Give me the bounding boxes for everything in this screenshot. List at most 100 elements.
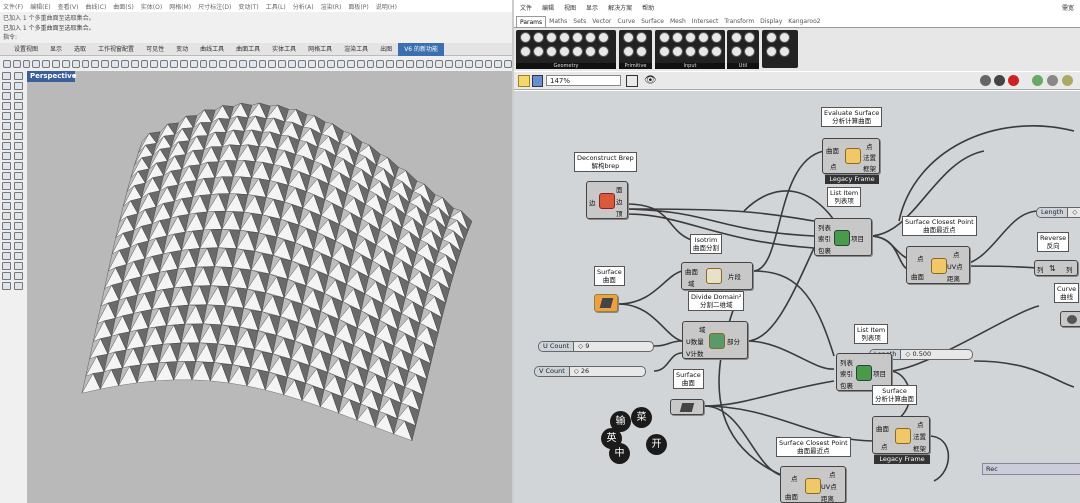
ribbon-component-icon[interactable]: [672, 46, 683, 57]
left-tool-icon[interactable]: [14, 82, 23, 90]
toolbar-tool-icon[interactable]: [435, 59, 444, 68]
left-tool-icon[interactable]: [14, 262, 23, 270]
surface-param-component-2[interactable]: [670, 399, 704, 415]
left-tool-icon[interactable]: [2, 92, 11, 100]
toolbar-tool-icon[interactable]: [288, 59, 296, 68]
left-tool-icon[interactable]: [14, 232, 23, 240]
ribbon-component-icon[interactable]: [685, 46, 696, 57]
gh-tab-2[interactable]: Sets: [570, 16, 589, 27]
toolbar-tool-icon[interactable]: [494, 59, 503, 68]
toolbar-tool-icon[interactable]: [3, 59, 11, 68]
toolbar-tool-icon[interactable]: [346, 59, 355, 68]
viewport-menu-icon[interactable]: ▾: [73, 71, 77, 82]
bake-icon[interactable]: [1062, 75, 1073, 86]
ribbon-component-icon[interactable]: [572, 46, 583, 57]
ribbon-component-icon[interactable]: [533, 32, 544, 43]
toolbar-tool-icon[interactable]: [238, 59, 247, 68]
ribbon-component-icon[interactable]: [598, 32, 609, 43]
gh-tab-6[interactable]: Mesh: [667, 16, 689, 27]
left-tool-icon[interactable]: [14, 162, 23, 170]
left-tool-icon[interactable]: [2, 142, 11, 150]
left-tool-icon[interactable]: [2, 192, 11, 200]
curve-param-component[interactable]: [1060, 311, 1080, 327]
ribbon-component-icon[interactable]: [572, 32, 583, 43]
toolbar-tool-icon[interactable]: [425, 59, 434, 68]
left-tool-icon[interactable]: [14, 212, 23, 220]
ribbon-component-icon[interactable]: [598, 46, 609, 57]
left-tool-icon[interactable]: [2, 172, 11, 180]
toolbar-tool-icon[interactable]: [455, 59, 463, 68]
ribbon-component-icon[interactable]: [636, 32, 647, 43]
left-tool-icon[interactable]: [14, 252, 23, 260]
preview-mode-icon[interactable]: [980, 75, 991, 86]
length-slider-2[interactable]: Length ◇: [1036, 207, 1080, 218]
gh-tab-0[interactable]: Params: [516, 16, 547, 27]
left-tool-icon[interactable]: [14, 182, 23, 190]
ribbon-component-icon[interactable]: [636, 46, 647, 57]
toolbar-tool-icon[interactable]: [415, 59, 424, 68]
toolbar-tool-icon[interactable]: [248, 59, 257, 68]
surface-closest-point-component[interactable]: 点 曲面 点 UV点 距离: [906, 246, 970, 284]
isotrim-component[interactable]: 曲面 域 片段: [681, 262, 753, 290]
toolbar-tool-icon[interactable]: [229, 59, 237, 68]
rhino-menu-item-3[interactable]: 曲线(C): [85, 2, 106, 11]
left-tool-icon[interactable]: [2, 152, 11, 160]
toolbar-tool-icon[interactable]: [179, 59, 188, 68]
left-tool-icon[interactable]: [2, 122, 11, 130]
open-folder-icon[interactable]: [518, 75, 530, 87]
toolbar-tool-icon[interactable]: [258, 59, 267, 68]
display-options-icon[interactable]: [1032, 75, 1043, 86]
toolbar-tool-icon[interactable]: [120, 59, 129, 68]
ribbon-component-icon[interactable]: [533, 46, 544, 57]
left-tool-icon[interactable]: [2, 202, 11, 210]
left-tool-icon[interactable]: [14, 102, 23, 110]
rhino-tab-8[interactable]: 实体工具: [266, 43, 302, 56]
ribbon-component-icon[interactable]: [698, 32, 709, 43]
save-icon[interactable]: [532, 75, 543, 87]
left-tool-icon[interactable]: [14, 142, 23, 150]
gh-tab-5[interactable]: Surface: [638, 16, 667, 27]
toolbar-tool-icon[interactable]: [22, 59, 31, 68]
toolbar-tool-icon[interactable]: [81, 59, 90, 68]
preview-shaded-icon[interactable]: [994, 75, 1005, 86]
rhino-menu-item-9[interactable]: 工具(L): [266, 2, 286, 11]
v-count-slider[interactable]: V Count ◇ 26: [534, 366, 646, 377]
left-tool-icon[interactable]: [2, 72, 11, 80]
gh-menu-item-1[interactable]: 编辑: [542, 3, 554, 12]
ribbon-component-icon[interactable]: [546, 32, 557, 43]
rhino-tab-2[interactable]: 选取: [68, 43, 92, 56]
rhino-tab-7[interactable]: 曲面工具: [230, 43, 266, 56]
zoom-extents-icon[interactable]: [626, 75, 638, 87]
gh-tab-1[interactable]: Maths: [546, 16, 570, 27]
preview-selected-icon[interactable]: [1008, 75, 1019, 86]
rhino-tab-10[interactable]: 渲染工具: [338, 43, 374, 56]
toolbar-tool-icon[interactable]: [327, 59, 336, 68]
rhino-menu-item-10[interactable]: 分析(A): [293, 2, 314, 11]
rhino-menu-item-5[interactable]: 实体(O): [141, 2, 162, 11]
left-tool-icon[interactable]: [2, 112, 11, 120]
toolbar-tool-icon[interactable]: [130, 59, 139, 68]
ribbon-component-icon[interactable]: [659, 32, 670, 43]
gh-menu-item-0[interactable]: 文件: [520, 3, 532, 12]
ribbon-component-icon[interactable]: [744, 46, 755, 57]
toolbar-tool-icon[interactable]: [111, 59, 119, 68]
rhino-tab-3[interactable]: 工作视窗配置: [92, 43, 140, 56]
left-tool-icon[interactable]: [2, 132, 11, 140]
left-tool-icon[interactable]: [2, 182, 11, 190]
ribbon-component-icon[interactable]: [744, 32, 755, 43]
rhino-tab-0[interactable]: 设置视图: [8, 43, 44, 56]
gh-menu-item-3[interactable]: 显示: [586, 3, 598, 12]
left-tool-icon[interactable]: [14, 122, 23, 130]
left-tool-icon[interactable]: [2, 242, 11, 250]
u-count-slider[interactable]: U Count ◇ 9: [538, 341, 654, 352]
gh-tab-3[interactable]: Vector: [589, 16, 614, 27]
toolbar-tool-icon[interactable]: [101, 59, 110, 68]
left-tool-icon[interactable]: [2, 222, 11, 230]
rhino-tab-11[interactable]: 出图: [374, 43, 398, 56]
toolbar-tool-icon[interactable]: [278, 59, 287, 68]
toolbar-tool-icon[interactable]: [396, 59, 404, 68]
rhino-menu-item-8[interactable]: 变动(T): [238, 2, 258, 11]
perspective-viewport[interactable]: [27, 71, 512, 503]
ribbon-component-icon[interactable]: [520, 32, 531, 43]
ribbon-component-icon[interactable]: [711, 32, 722, 43]
